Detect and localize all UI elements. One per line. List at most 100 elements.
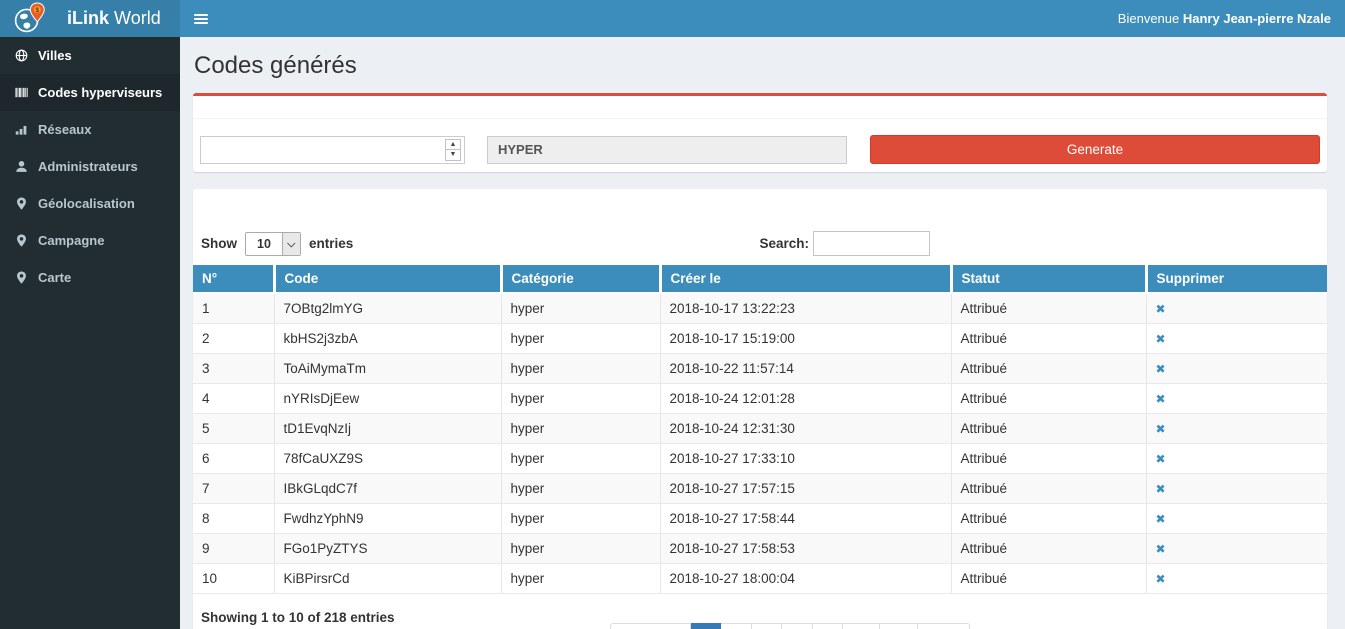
navbar: Bienvenue Hanry Jean-pierre Nzale: [180, 0, 1345, 37]
sidebar-item-label: Administrateurs: [38, 159, 138, 174]
show-label: Show: [201, 236, 237, 251]
delete-icon[interactable]: ✖: [1156, 482, 1166, 496]
category-cell: hyper: [501, 384, 660, 414]
code-cell: 78fCaUXZ9S: [274, 444, 501, 474]
delete-icon[interactable]: ✖: [1156, 392, 1166, 406]
generate-panel-header: [193, 96, 1327, 119]
main-content: Codes générés ▲ ▼ Generate Show 10: [180, 37, 1345, 629]
sidebar-item-geolocalisation[interactable]: Géolocalisation: [0, 185, 180, 222]
row-number: 6: [193, 444, 274, 474]
codes-table: N°CodeCatégorieCréer leStatutSupprimer 1…: [193, 265, 1327, 594]
brand-name-regular: World: [114, 8, 161, 28]
status-cell: Attribué: [951, 384, 1146, 414]
sidebar-item-reseaux[interactable]: Réseaux: [0, 111, 180, 148]
table-footer: Showing 1 to 10 of 218 entries Previous1…: [193, 594, 1327, 629]
status-cell: Attribué: [951, 474, 1146, 504]
table-row: 678fCaUXZ9Shyper2018-10-27 17:33:10Attri…: [193, 444, 1327, 474]
delete-icon[interactable]: ✖: [1156, 302, 1166, 316]
quantity-spinner[interactable]: ▲ ▼: [445, 139, 461, 161]
pagination-page-2[interactable]: 2: [721, 623, 752, 629]
pagination-page-5[interactable]: 5: [813, 623, 844, 629]
svg-text:$: $: [35, 7, 39, 14]
table-row: 4nYRIsDjEewhyper2018-10-24 12:01:28Attri…: [193, 384, 1327, 414]
welcome-prefix: Bienvenue: [1118, 11, 1179, 26]
created-cell: 2018-10-27 18:00:04: [660, 564, 951, 594]
brand-logo[interactable]: $ iLink World: [0, 0, 180, 37]
spinner-up-icon[interactable]: ▲: [446, 140, 460, 151]
table-row: 5tD1EvqNzIjhyper2018-10-24 12:31:30Attri…: [193, 414, 1327, 444]
pagination-page-1[interactable]: 1: [691, 623, 722, 629]
pagination-ellipsis: …: [843, 623, 880, 629]
entries-label: entries: [309, 236, 353, 251]
spinner-down-icon[interactable]: ▼: [446, 150, 460, 160]
map-marker-icon: [15, 271, 28, 284]
code-cell: FGo1PyZTYS: [274, 534, 501, 564]
column-header[interactable]: Code: [274, 265, 501, 293]
delete-icon[interactable]: ✖: [1156, 422, 1166, 436]
delete-icon[interactable]: ✖: [1156, 512, 1166, 526]
quantity-input-field[interactable]: [201, 137, 445, 163]
delete-cell: ✖: [1146, 414, 1327, 444]
delete-icon[interactable]: ✖: [1156, 572, 1166, 586]
sidebar-item-campagne[interactable]: Campagne: [0, 222, 180, 259]
sidebar-toggle-button[interactable]: [194, 14, 208, 24]
column-header[interactable]: Supprimer: [1146, 265, 1327, 293]
code-cell: KiBPirsrCd: [274, 564, 501, 594]
sidebar-nav: Villes Codes hyperviseurs Réseaux Administr…: [0, 37, 180, 629]
delete-icon[interactable]: ✖: [1156, 542, 1166, 556]
quantity-input[interactable]: ▲ ▼: [200, 136, 465, 164]
row-number: 1: [193, 293, 274, 324]
map-marker-icon: [15, 197, 28, 210]
table-row: 10KiBPirsrCdhyper2018-10-27 18:00:04Attr…: [193, 564, 1327, 594]
sidebar-item-label: Géolocalisation: [38, 196, 135, 211]
status-cell: Attribué: [951, 293, 1146, 324]
user-name: Hanry Jean-pierre Nzale: [1183, 11, 1331, 26]
page-length-select[interactable]: 10: [245, 232, 301, 256]
code-cell: 7OBtg2lmYG: [274, 293, 501, 324]
created-cell: 2018-10-22 11:57:14: [660, 354, 951, 384]
category-cell: hyper: [501, 444, 660, 474]
code-cell: ToAiMymaTm: [274, 354, 501, 384]
sidebar-item-villes[interactable]: Villes: [0, 37, 180, 74]
table-row: 3ToAiMymaTmhyper2018-10-22 11:57:14Attri…: [193, 354, 1327, 384]
column-header[interactable]: N°: [193, 265, 274, 293]
search-control: Search:: [759, 231, 930, 256]
user-icon: [15, 160, 28, 173]
sidebar-item-administrateurs[interactable]: Administrateurs: [0, 148, 180, 185]
delete-cell: ✖: [1146, 534, 1327, 564]
row-number: 3: [193, 354, 274, 384]
category-cell: hyper: [501, 534, 660, 564]
code-cell: IBkGLqdC7f: [274, 474, 501, 504]
sidebar-item-label: Codes hyperviseurs: [38, 85, 162, 100]
search-input[interactable]: [813, 231, 930, 256]
top-navbar: $ iLink World Bienvenue Hanry Jean-pierr…: [0, 0, 1345, 37]
table-row: 2kbHS2j3zbAhyper2018-10-17 15:19:00Attri…: [193, 324, 1327, 354]
pagination-page-22[interactable]: 22: [880, 623, 918, 629]
map-marker-icon: [15, 234, 28, 247]
sidebar-item-carte[interactable]: Carte: [0, 259, 180, 296]
column-header[interactable]: Catégorie: [501, 265, 660, 293]
delete-icon[interactable]: ✖: [1156, 362, 1166, 376]
sidebar-item-codes-hyperviseurs[interactable]: Codes hyperviseurs: [0, 74, 180, 111]
column-header[interactable]: Statut: [951, 265, 1146, 293]
search-label: Search:: [759, 236, 809, 251]
code-cell: FwdhzYphN9: [274, 504, 501, 534]
sidebar-item-label: Réseaux: [38, 122, 91, 137]
codes-table-panel: Show 10 entries Search: N°CodeCatégorieC…: [193, 189, 1327, 629]
generate-button[interactable]: Generate: [870, 135, 1320, 164]
row-number: 5: [193, 414, 274, 444]
table-row: 8FwdhzYphN9hyper2018-10-27 17:58:44Attri…: [193, 504, 1327, 534]
pagination-page-3[interactable]: 3: [752, 623, 783, 629]
created-cell: 2018-10-24 12:01:28: [660, 384, 951, 414]
category-cell: hyper: [501, 564, 660, 594]
pagination-prev[interactable]: Previous: [610, 623, 691, 629]
table-controls: Show 10 entries Search:: [193, 231, 1327, 256]
delete-icon[interactable]: ✖: [1156, 452, 1166, 466]
delete-icon[interactable]: ✖: [1156, 332, 1166, 346]
globe-pin-logo-icon: $: [13, 2, 46, 35]
pagination-next[interactable]: Next: [918, 623, 970, 629]
pagination-page-4[interactable]: 4: [782, 623, 813, 629]
sidebar-item-label: Carte: [38, 270, 71, 285]
status-cell: Attribué: [951, 414, 1146, 444]
column-header[interactable]: Créer le: [660, 265, 951, 293]
